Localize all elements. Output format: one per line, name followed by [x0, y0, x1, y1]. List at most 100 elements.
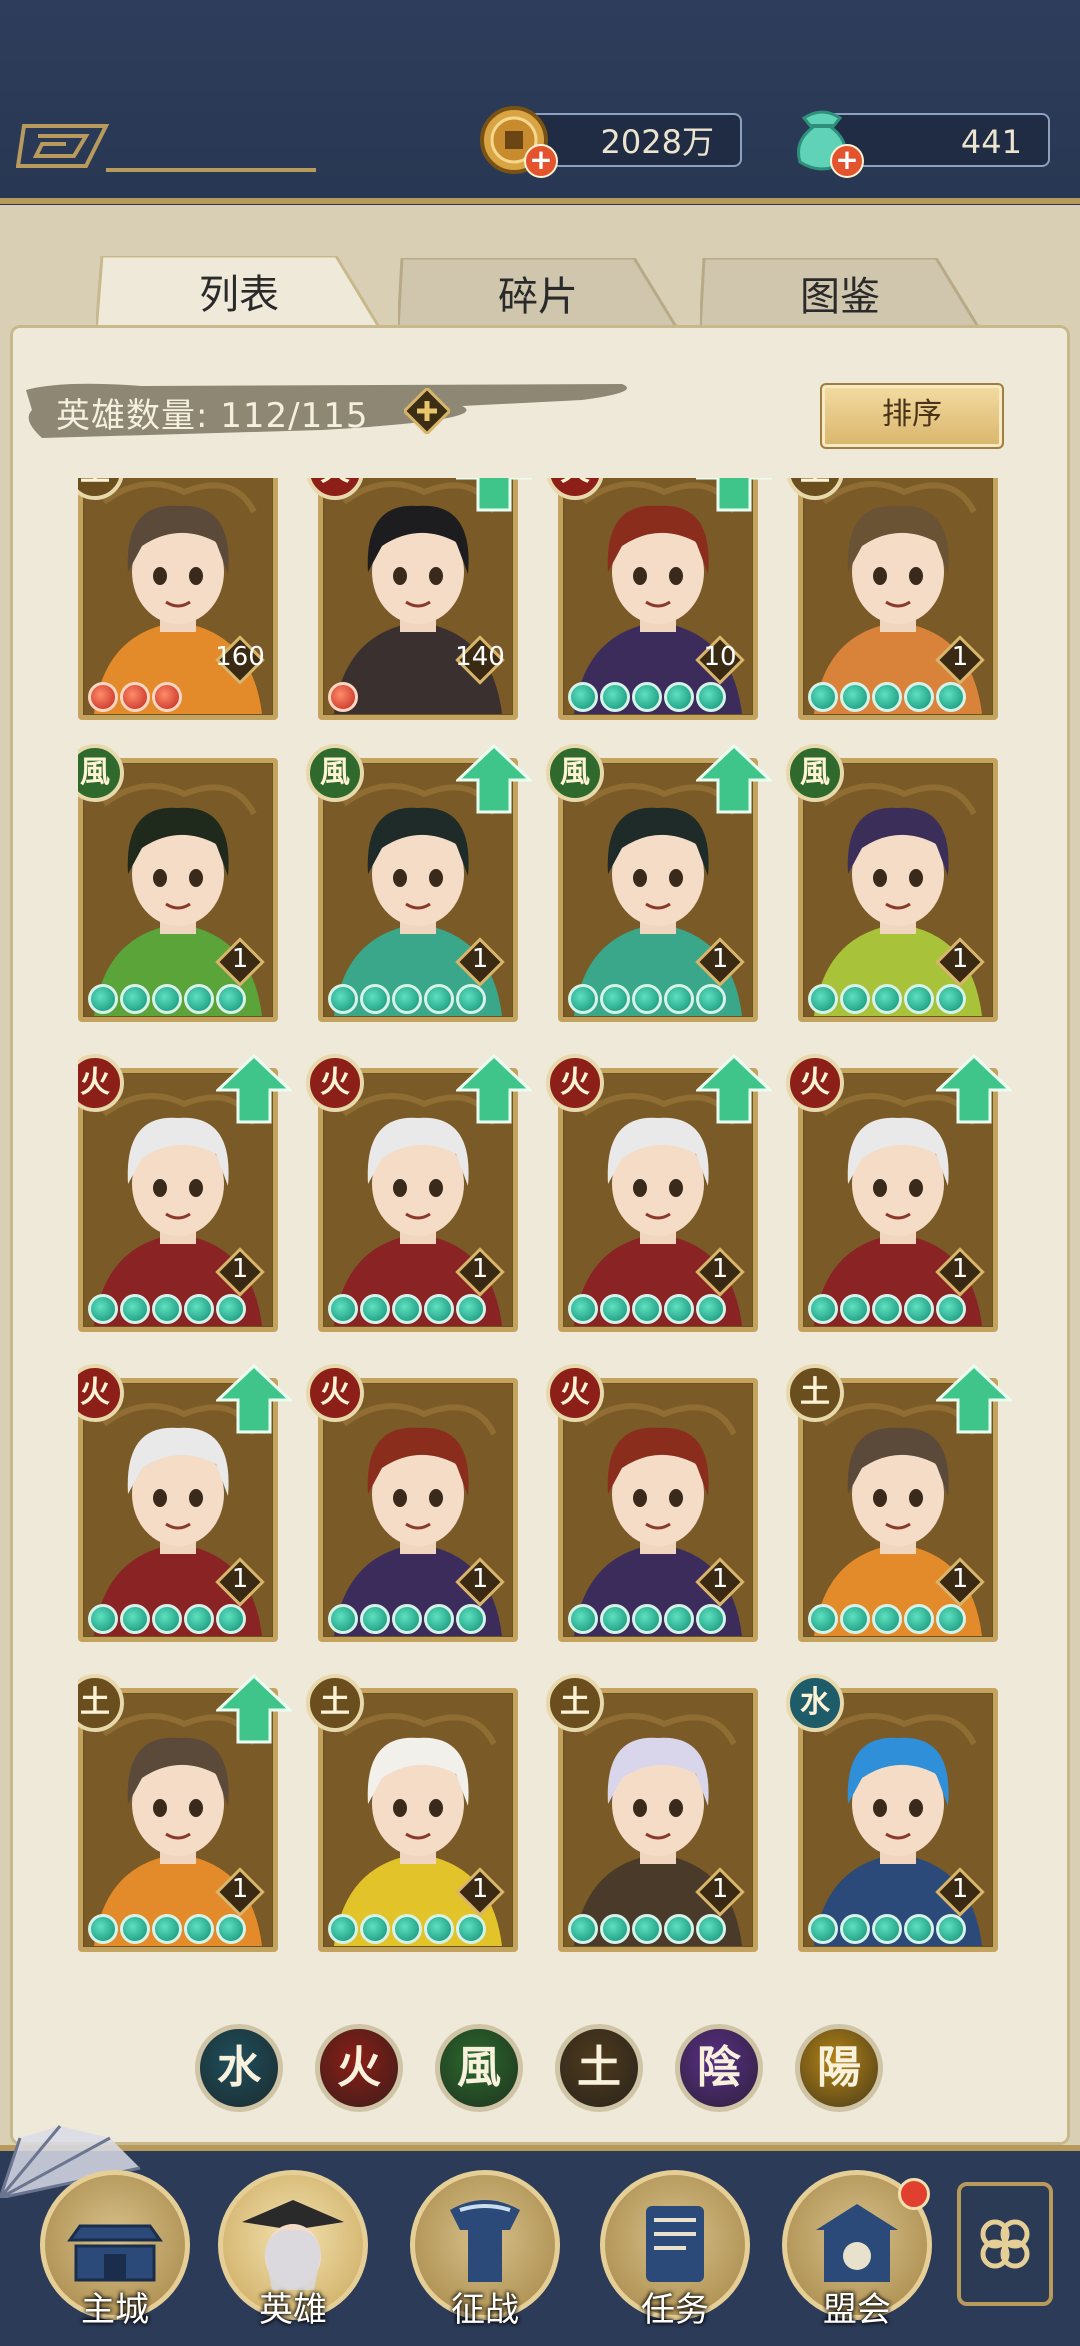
element-filter-button[interactable]: 火 — [315, 2024, 403, 2112]
star-orb-icon — [904, 984, 934, 1014]
hero-card[interactable]: 土1 — [78, 1674, 292, 1952]
star-orb-icon — [600, 1914, 630, 1944]
hero-card[interactable]: 火140 — [306, 478, 532, 720]
element-filter-button[interactable]: 陰 — [675, 2024, 763, 2112]
nav-item[interactable]: 英雄 — [218, 2170, 368, 2330]
star-rating — [328, 1604, 486, 1634]
element-badge: 風 — [306, 744, 364, 802]
star-orb-icon — [632, 1604, 662, 1634]
star-rating — [328, 984, 486, 1014]
top-bar-divider — [0, 198, 1080, 204]
tab-list[interactable]: 列表 — [96, 256, 382, 332]
hero-card[interactable]: 水1 — [786, 1674, 998, 1952]
tab-list-label: 列表 — [199, 272, 279, 318]
tab-codex[interactable]: 图鉴 — [700, 258, 980, 330]
star-rating — [568, 984, 726, 1014]
star-orb-icon — [120, 1914, 150, 1944]
hero-card[interactable]: 土1 — [786, 478, 998, 720]
star-orb-icon — [328, 682, 358, 712]
tab-fragments[interactable]: 碎片 — [398, 258, 678, 330]
star-orb-icon — [664, 1604, 694, 1634]
star-rating — [88, 1914, 246, 1944]
star-orb-icon — [88, 1914, 118, 1944]
star-orb-icon — [840, 984, 870, 1014]
star-rating — [568, 1604, 726, 1634]
star-orb-icon — [392, 1604, 422, 1634]
upgrade-arrow-icon — [696, 1054, 772, 1124]
hero-card[interactable]: 火1 — [546, 1364, 758, 1642]
element-filter-button[interactable]: 水 — [195, 2024, 283, 2112]
hero-level: 1 — [711, 1564, 729, 1594]
star-orb-icon — [840, 1914, 870, 1944]
star-rating — [328, 1294, 486, 1324]
star-orb-icon — [216, 1294, 246, 1324]
hero-card[interactable]: 風1 — [78, 744, 278, 1022]
upgrade-arrow-icon — [696, 478, 772, 512]
star-orb-icon — [632, 1914, 662, 1944]
star-orb-icon — [152, 984, 182, 1014]
star-orb-icon — [632, 682, 662, 712]
star-orb-icon — [696, 1914, 726, 1944]
hero-card[interactable]: 風1 — [786, 744, 998, 1022]
nav-item[interactable]: 盟会 — [782, 2170, 932, 2330]
star-orb-icon — [456, 1914, 486, 1944]
expand-slots-icon[interactable] — [404, 388, 450, 434]
star-orb-icon — [664, 1914, 694, 1944]
hero-card[interactable]: 土1 — [306, 1674, 518, 1952]
hero-card[interactable]: 土1 — [786, 1364, 1012, 1642]
hero-level: 1 — [711, 1254, 729, 1284]
star-orb-icon — [568, 1294, 598, 1324]
add-coin-icon[interactable]: + — [524, 144, 558, 178]
hero-level: 1 — [711, 1874, 729, 1904]
sort-button[interactable]: 排序 — [820, 383, 1004, 449]
star-orb-icon — [328, 1294, 358, 1324]
upgrade-arrow-icon — [216, 1364, 292, 1434]
star-orb-icon — [936, 1914, 966, 1944]
element-badge: 風 — [786, 744, 844, 802]
star-orb-icon — [808, 1294, 838, 1324]
star-orb-icon — [600, 1604, 630, 1634]
more-menu-button[interactable] — [957, 2182, 1053, 2306]
element-badge: 火 — [306, 1054, 364, 1112]
star-rating — [808, 984, 966, 1014]
element-filter-button[interactable]: 陽 — [795, 2024, 883, 2112]
hero-card[interactable]: 火1 — [546, 1054, 772, 1332]
nav-item[interactable]: 任务 — [600, 2170, 750, 2330]
add-jade-icon[interactable]: + — [830, 144, 864, 178]
hero-card[interactable]: 土160 — [78, 478, 278, 720]
star-orb-icon — [328, 1604, 358, 1634]
hero-level: 1 — [231, 1254, 249, 1284]
star-rating — [328, 682, 358, 712]
upgrade-arrow-icon — [456, 1054, 532, 1124]
star-rating — [808, 1294, 966, 1324]
nav-item[interactable]: 主城 — [40, 2170, 190, 2330]
star-orb-icon — [840, 1604, 870, 1634]
tab-fragments-label: 碎片 — [498, 274, 578, 320]
hero-card[interactable]: 火1 — [78, 1054, 292, 1332]
hero-card[interactable]: 火10 — [546, 478, 772, 720]
hero-card[interactable]: 風1 — [546, 744, 772, 1022]
element-filter-button[interactable]: 土 — [555, 2024, 643, 2112]
nav-label: 任务 — [641, 2290, 709, 2330]
hero-level: 1 — [951, 1874, 969, 1904]
hero-card[interactable]: 火1 — [306, 1364, 518, 1642]
hero-card[interactable]: 風1 — [306, 744, 532, 1022]
star-orb-icon — [120, 1604, 150, 1634]
star-orb-icon — [872, 984, 902, 1014]
element-filter-button[interactable]: 風 — [435, 2024, 523, 2112]
hero-card[interactable]: 火1 — [786, 1054, 1012, 1332]
hero-card[interactable]: 火1 — [306, 1054, 532, 1332]
hero-card[interactable]: 火1 — [78, 1364, 292, 1642]
star-orb-icon — [424, 1294, 454, 1324]
star-orb-icon — [152, 1914, 182, 1944]
upgrade-arrow-icon — [936, 1054, 1012, 1124]
star-rating — [88, 1604, 246, 1634]
star-orb-icon — [568, 1914, 598, 1944]
star-rating — [88, 682, 182, 712]
star-orb-icon — [696, 984, 726, 1014]
star-orb-icon — [392, 1294, 422, 1324]
nav-item[interactable]: 征战 — [410, 2170, 560, 2330]
hero-card[interactable]: 土1 — [546, 1674, 758, 1952]
star-orb-icon — [904, 682, 934, 712]
element-badge: 火 — [306, 1364, 364, 1422]
